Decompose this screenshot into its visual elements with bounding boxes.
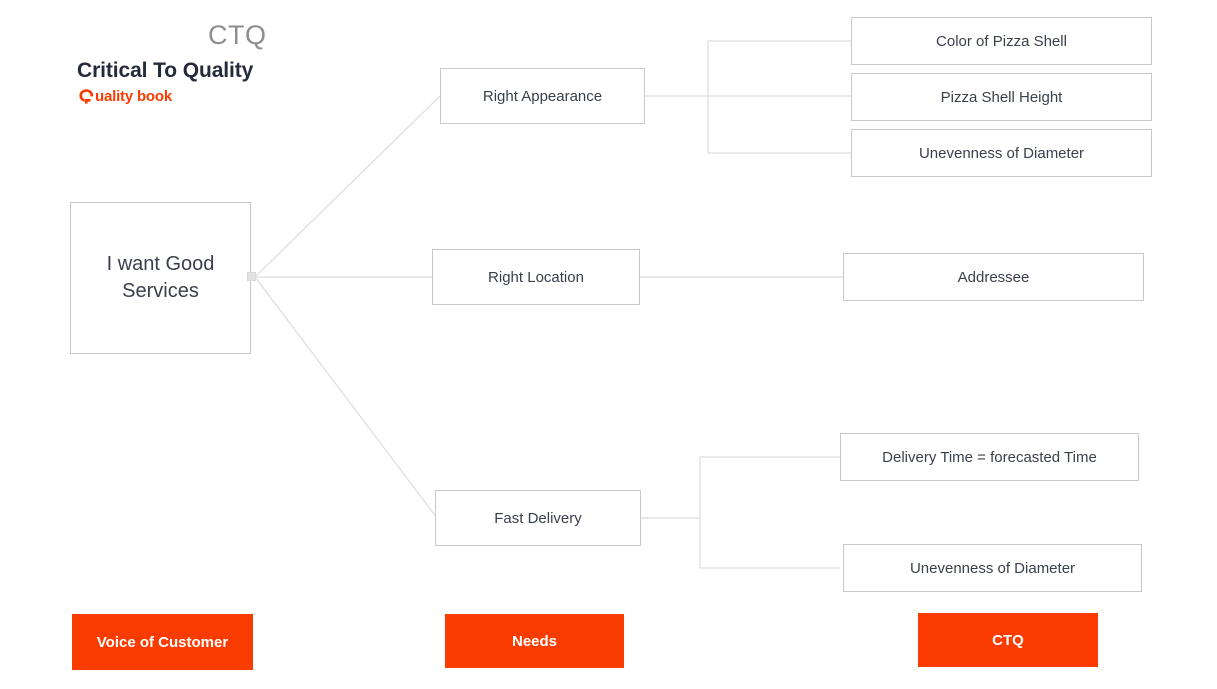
brand-label: uality book (95, 88, 172, 105)
legend-label: Needs (511, 632, 558, 650)
legend-voice-of-customer[interactable]: Voice of Customer (72, 614, 253, 670)
need-node-label: Right Location (488, 268, 584, 286)
page-subtitle: Critical To Quality (77, 59, 254, 82)
page-title: CTQ (208, 20, 267, 50)
root-node-label: I want Good Services (106, 253, 215, 302)
need-node-label: Fast Delivery (494, 509, 582, 527)
need-node-right-appearance[interactable]: Right Appearance (440, 68, 645, 124)
quality-book-q-logo-icon (78, 88, 95, 105)
ctq-tree-diagram: CTQ Critical To Quality uality book I wa… (0, 0, 1217, 689)
ctq-node-label: Unevenness of Diameter (909, 559, 1076, 577)
ctq-node-label: Addressee (957, 268, 1030, 286)
legend-label: CTQ (992, 631, 1024, 649)
root-node-voice-of-customer[interactable]: I want Good Services (70, 202, 251, 354)
brand-logo: uality book (78, 88, 172, 105)
ctq-node-color-of-pizza-shell[interactable]: Color of Pizza Shell (851, 17, 1152, 65)
ctq-node-addressee[interactable]: Addressee (843, 253, 1144, 301)
ctq-node-label: Color of Pizza Shell (936, 32, 1067, 50)
legend-ctq[interactable]: CTQ (918, 613, 1098, 667)
legend-label: Voice of Customer (96, 633, 229, 651)
ctq-node-unevenness-of-diameter-delivery[interactable]: Unevenness of Diameter (843, 544, 1142, 592)
ctq-node-label: Unevenness of Diameter (918, 144, 1085, 162)
ctq-node-unevenness-of-diameter-appearance[interactable]: Unevenness of Diameter (851, 129, 1152, 177)
ctq-node-delivery-time-equals-forecasted-time[interactable]: Delivery Time = forecasted Time (840, 433, 1139, 481)
need-node-fast-delivery[interactable]: Fast Delivery (435, 490, 641, 546)
ctq-node-label: Delivery Time = forecasted Time (882, 448, 1097, 466)
legend-needs[interactable]: Needs (445, 614, 624, 668)
ctq-node-label: Pizza Shell Height (940, 88, 1063, 106)
need-node-label: Right Appearance (482, 87, 603, 105)
need-node-right-location[interactable]: Right Location (432, 249, 640, 305)
root-connector-hub (247, 272, 256, 281)
ctq-node-pizza-shell-height[interactable]: Pizza Shell Height (851, 73, 1152, 121)
